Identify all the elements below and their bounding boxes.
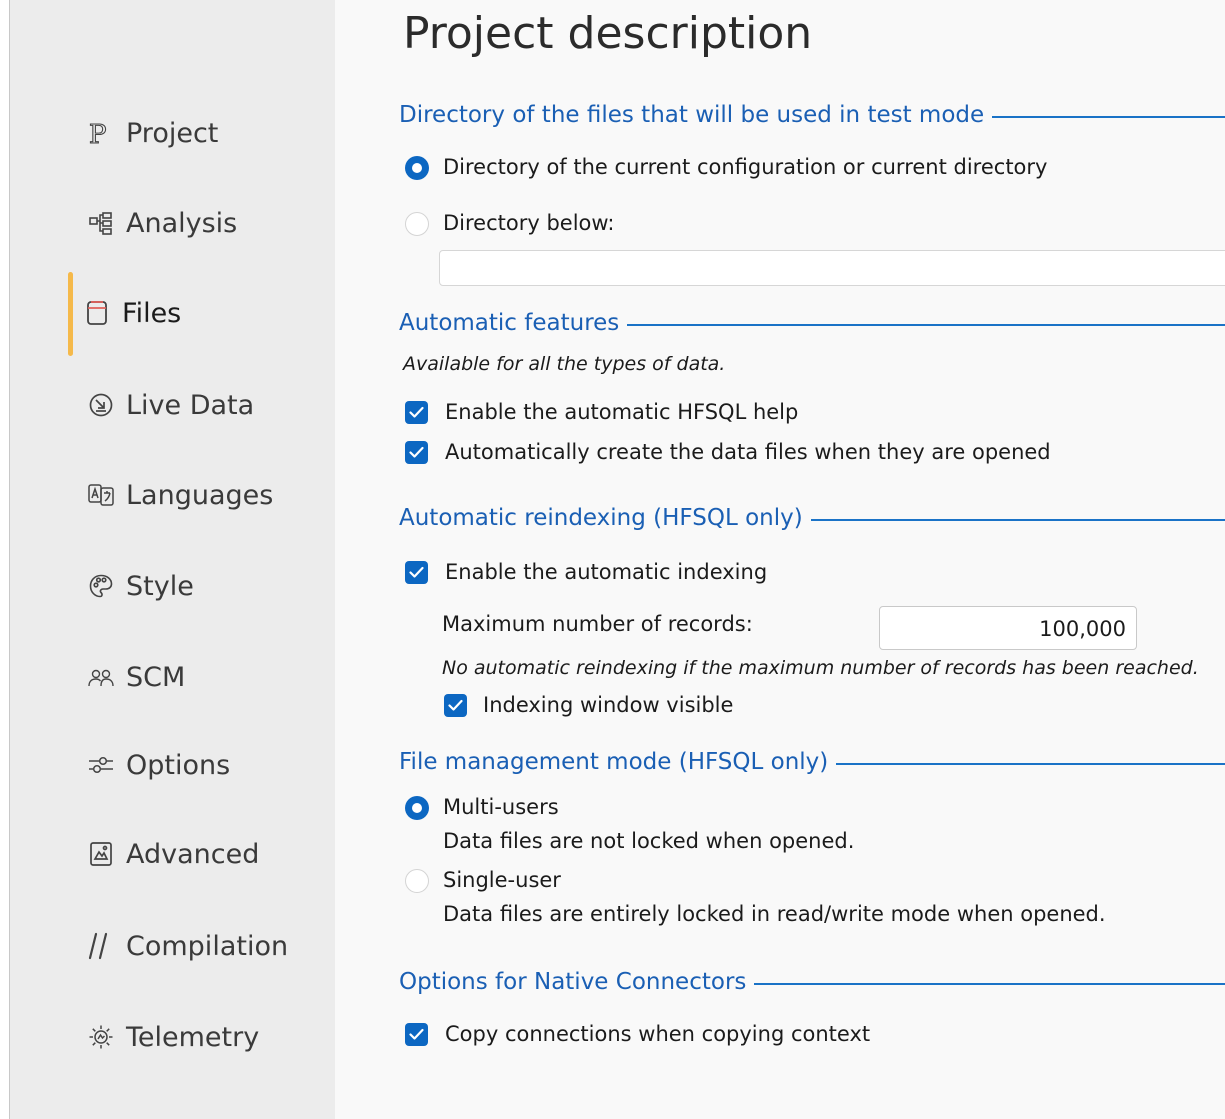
checkbox-label-auto-create-files: Automatically create the data files when… xyxy=(445,440,1051,464)
radio-label-multi-users: Multi-users xyxy=(443,795,559,819)
checkmark-icon xyxy=(409,446,424,458)
checkbox-label-indexing-window-visible: Indexing window visible xyxy=(483,693,734,717)
multi-users-description: Data files are not locked when opened. xyxy=(443,829,855,853)
sidebar-item-label: Options xyxy=(126,750,231,781)
sidebar-item-telemetry[interactable]: Telemetry xyxy=(10,1008,335,1068)
section-heading: Directory of the files that will be used… xyxy=(399,100,993,130)
radio-label-current-directory: Directory of the current configuration o… xyxy=(443,155,1048,179)
svg-text:P: P xyxy=(89,120,107,147)
sidebar-item-label: Live Data xyxy=(126,390,255,421)
options-sliders-icon xyxy=(86,750,116,780)
languages-icon xyxy=(86,480,116,510)
sidebar-item-label: Style xyxy=(126,571,194,602)
checkbox-enable-automatic-indexing[interactable] xyxy=(405,561,428,584)
directory-path-input[interactable] xyxy=(439,250,1225,286)
checkmark-icon xyxy=(448,699,463,711)
checkbox-auto-create-files[interactable] xyxy=(405,441,428,464)
single-user-description: Data files are entirely locked in read/w… xyxy=(443,902,1106,926)
checkbox-copy-connections[interactable] xyxy=(405,1023,428,1046)
checkmark-icon xyxy=(409,406,424,418)
checkbox-enable-hfsql-help[interactable] xyxy=(405,401,428,424)
checkbox-label-enable-automatic-indexing: Enable the automatic indexing xyxy=(445,560,768,584)
section-automatic-reindexing: Automatic reindexing (HFSQL only) xyxy=(399,503,1225,533)
section-heading: Automatic features xyxy=(399,308,628,338)
palette-icon xyxy=(86,571,116,601)
radio-single-user[interactable] xyxy=(405,869,429,893)
page-title: Project description xyxy=(403,8,813,59)
sidebar-item-compilation[interactable]: Compilation xyxy=(10,917,335,977)
section-heading: Options for Native Connectors xyxy=(399,967,755,997)
live-data-icon xyxy=(86,390,116,420)
sidebar: P Project Analysis Files Live Data Langu… xyxy=(10,0,335,1119)
sidebar-item-languages[interactable]: Languages xyxy=(10,466,335,526)
sidebar-item-advanced[interactable]: Advanced xyxy=(10,825,335,885)
sidebar-item-label: SCM xyxy=(126,662,186,693)
radio-label-directory-below: Directory below: xyxy=(443,211,615,235)
window-edge xyxy=(0,0,10,1119)
max-records-label: Maximum number of records: xyxy=(442,612,753,636)
reindexing-note: No automatic reindexing if the maximum n… xyxy=(442,657,1199,679)
project-p-icon: P xyxy=(86,118,116,148)
max-records-input[interactable]: 100,000 xyxy=(879,606,1137,650)
section-native-connectors: Options for Native Connectors xyxy=(399,967,1225,997)
sidebar-item-label: Telemetry xyxy=(126,1022,260,1053)
sidebar-item-files[interactable]: Files xyxy=(10,272,335,356)
sidebar-item-style[interactable]: Style xyxy=(10,557,335,617)
analysis-icon xyxy=(86,208,116,238)
active-indicator xyxy=(68,272,73,356)
section-automatic-features: Automatic features xyxy=(399,308,1225,338)
sidebar-item-options[interactable]: Options xyxy=(10,736,335,796)
sidebar-item-label: Project xyxy=(126,118,219,149)
telemetry-icon xyxy=(86,1022,116,1052)
checkbox-indexing-window-visible[interactable] xyxy=(444,694,467,717)
section-directory: Directory of the files that will be used… xyxy=(399,100,1225,130)
sidebar-item-label: Analysis xyxy=(126,208,238,239)
advanced-icon xyxy=(86,839,116,869)
project-description-window: P Project Analysis Files Live Data Langu… xyxy=(0,0,1225,1119)
section-heading: Automatic reindexing (HFSQL only) xyxy=(399,503,811,533)
section-heading: File management mode (HFSQL only) xyxy=(399,747,837,777)
automatic-features-note: Available for all the types of data. xyxy=(403,353,726,375)
sidebar-item-label: Compilation xyxy=(126,931,289,962)
radio-multi-users[interactable] xyxy=(405,796,429,820)
sidebar-item-live-data[interactable]: Live Data xyxy=(10,376,335,436)
sidebar-item-project[interactable]: P Project xyxy=(10,104,335,164)
checkbox-label-copy-connections: Copy connections when copying context xyxy=(445,1022,871,1046)
scm-users-icon xyxy=(86,662,116,692)
sidebar-item-label: Advanced xyxy=(126,839,260,870)
section-file-management-mode: File management mode (HFSQL only) xyxy=(399,747,1225,777)
sidebar-item-analysis[interactable]: Analysis xyxy=(10,194,335,254)
compilation-slashes-icon xyxy=(86,931,116,961)
radio-label-single-user: Single-user xyxy=(443,868,561,892)
files-icon xyxy=(82,298,112,328)
checkbox-label-enable-hfsql-help: Enable the automatic HFSQL help xyxy=(445,400,799,424)
main-panel: Project description Directory of the fil… xyxy=(335,0,1225,1119)
radio-directory-below[interactable] xyxy=(405,212,429,236)
checkmark-icon xyxy=(409,1028,424,1040)
sidebar-item-scm[interactable]: SCM xyxy=(10,648,335,708)
radio-current-directory[interactable] xyxy=(405,156,429,180)
sidebar-item-label: Languages xyxy=(126,480,274,511)
checkmark-icon xyxy=(409,566,424,578)
sidebar-item-label: Files xyxy=(122,298,182,329)
